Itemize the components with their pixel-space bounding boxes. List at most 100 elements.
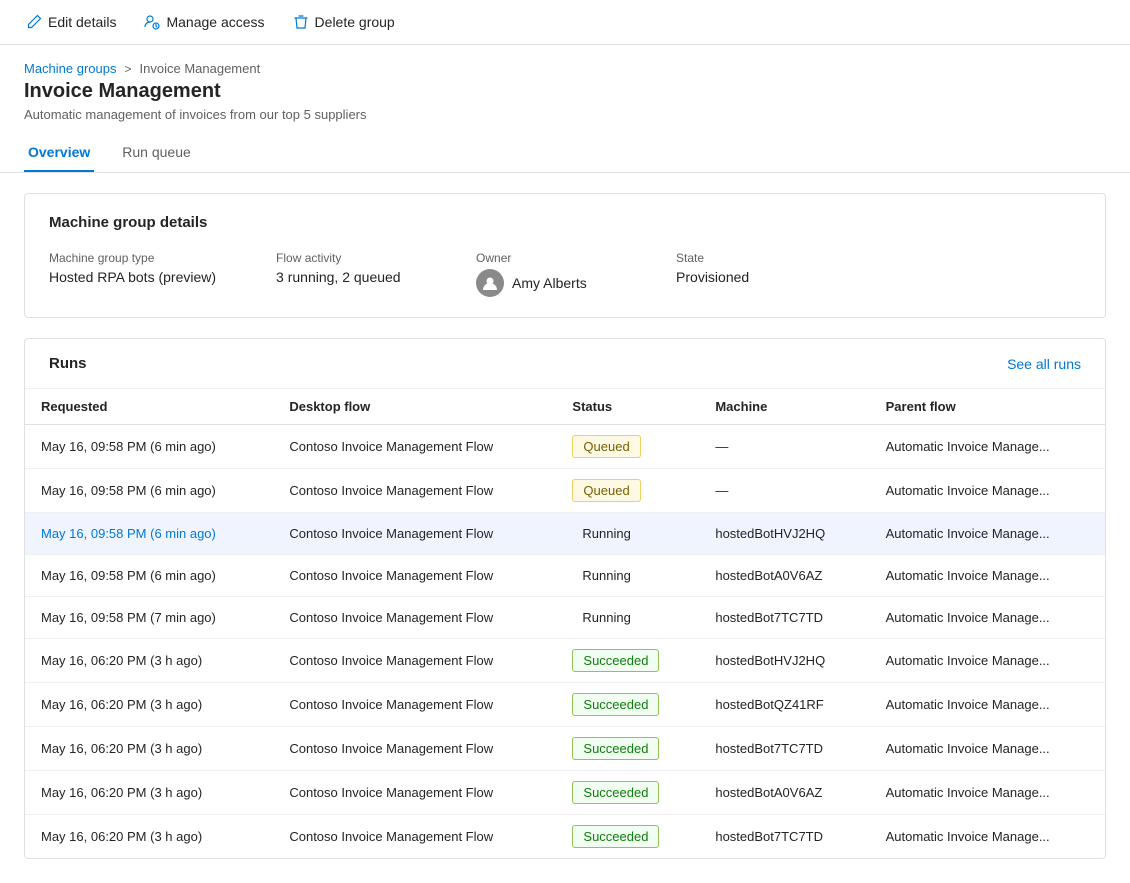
cell-status: Succeeded [556,727,699,771]
table-header-row: Requested Desktop flow Status Machine Pa… [25,389,1105,425]
cell-parent-flow: Automatic Invoice Manage... [870,727,1105,771]
cell-desktop-flow: Contoso Invoice Management Flow [273,469,556,513]
cell-parent-flow: Automatic Invoice Manage... [870,639,1105,683]
cell-machine: — [699,425,869,469]
table-row[interactable]: May 16, 09:58 PM (6 min ago) Contoso Inv… [25,469,1105,513]
content-area: Machine group details Machine group type… [0,193,1130,859]
runs-table-body: May 16, 09:58 PM (6 min ago) Contoso Inv… [25,425,1105,859]
tabs: Overview Run queue [0,134,1130,173]
cell-desktop-flow: Contoso Invoice Management Flow [273,771,556,815]
cell-machine: hostedBotHVJ2HQ [699,513,869,555]
cell-desktop-flow: Contoso Invoice Management Flow [273,513,556,555]
table-row[interactable]: May 16, 09:58 PM (6 min ago) Contoso Inv… [25,555,1105,597]
cell-machine: hostedBot7TC7TD [699,815,869,859]
cell-machine: — [699,469,869,513]
cell-machine: hostedBotA0V6AZ [699,771,869,815]
cell-machine: hostedBotA0V6AZ [699,555,869,597]
status-badge: Succeeded [572,649,659,672]
flow-label: Flow activity [276,251,416,265]
table-row[interactable]: May 16, 09:58 PM (6 min ago) Contoso Inv… [25,513,1105,555]
runs-table: Requested Desktop flow Status Machine Pa… [25,389,1105,858]
type-value: Hosted RPA bots (preview) [49,269,216,285]
status-badge: Running [572,607,640,628]
details-fields: Machine group type Hosted RPA bots (prev… [49,251,1081,297]
tab-run-queue[interactable]: Run queue [118,134,195,172]
edit-icon [26,14,42,30]
col-parent-flow: Parent flow [870,389,1105,425]
breadcrumb: Machine groups > Invoice Management [24,61,1106,76]
cell-requested: May 16, 06:20 PM (3 h ago) [25,815,273,859]
status-badge: Running [572,523,640,544]
runs-title: Runs [49,355,87,372]
owner-field: Owner Amy Alberts [476,251,616,297]
status-badge: Queued [572,479,640,502]
table-row[interactable]: May 16, 06:20 PM (3 h ago) Contoso Invoi… [25,771,1105,815]
cell-desktop-flow: Contoso Invoice Management Flow [273,815,556,859]
table-row[interactable]: May 16, 06:20 PM (3 h ago) Contoso Invoi… [25,727,1105,771]
type-label: Machine group type [49,251,216,265]
col-requested: Requested [25,389,273,425]
table-row[interactable]: May 16, 06:20 PM (3 h ago) Contoso Invoi… [25,815,1105,859]
status-badge: Succeeded [572,737,659,760]
edit-details-button[interactable]: Edit details [16,8,126,36]
cell-desktop-flow: Contoso Invoice Management Flow [273,639,556,683]
state-label: State [676,251,816,265]
cell-desktop-flow: Contoso Invoice Management Flow [273,597,556,639]
delete-group-button[interactable]: Delete group [283,8,405,36]
state-value: Provisioned [676,269,816,285]
state-field: State Provisioned [676,251,816,285]
cell-desktop-flow: Contoso Invoice Management Flow [273,425,556,469]
cell-status: Running [556,597,699,639]
breadcrumb-parent-link[interactable]: Machine groups [24,61,117,76]
cell-machine: hostedBotHVJ2HQ [699,639,869,683]
cell-status: Running [556,513,699,555]
cell-parent-flow: Automatic Invoice Manage... [870,555,1105,597]
cell-requested: May 16, 09:58 PM (6 min ago) [25,555,273,597]
page-title: Invoice Management [24,80,1106,103]
tab-overview[interactable]: Overview [24,134,94,172]
cell-parent-flow: Automatic Invoice Manage... [870,771,1105,815]
cell-machine: hostedBot7TC7TD [699,727,869,771]
cell-requested: May 16, 09:58 PM (6 min ago) [25,513,273,555]
breadcrumb-separator: > [125,62,132,76]
runs-card-header: Runs See all runs [25,339,1105,389]
cell-parent-flow: Automatic Invoice Manage... [870,425,1105,469]
cell-status: Queued [556,425,699,469]
cell-desktop-flow: Contoso Invoice Management Flow [273,683,556,727]
cell-status: Queued [556,469,699,513]
type-field: Machine group type Hosted RPA bots (prev… [49,251,216,285]
toolbar: Edit details Manage access Delete group [0,0,1130,45]
table-row[interactable]: May 16, 06:20 PM (3 h ago) Contoso Invoi… [25,639,1105,683]
status-badge: Succeeded [572,693,659,716]
cell-requested: May 16, 06:20 PM (3 h ago) [25,727,273,771]
cell-requested: May 16, 06:20 PM (3 h ago) [25,771,273,815]
cell-status: Succeeded [556,815,699,859]
status-badge: Succeeded [572,825,659,848]
cell-machine: hostedBot7TC7TD [699,597,869,639]
manage-access-button[interactable]: Manage access [134,8,274,36]
cell-status: Succeeded [556,771,699,815]
delete-icon [293,14,309,30]
cell-desktop-flow: Contoso Invoice Management Flow [273,555,556,597]
cell-status: Succeeded [556,683,699,727]
cell-status: Succeeded [556,639,699,683]
status-badge: Succeeded [572,781,659,804]
cell-machine: hostedBotQZ41RF [699,683,869,727]
cell-parent-flow: Automatic Invoice Manage... [870,469,1105,513]
details-card-title: Machine group details [49,214,1081,231]
owner-value-container: Amy Alberts [476,269,616,297]
table-row[interactable]: May 16, 09:58 PM (6 min ago) Contoso Inv… [25,425,1105,469]
flow-activity-field: Flow activity 3 running, 2 queued [276,251,416,285]
status-badge: Running [572,565,640,586]
cell-parent-flow: Automatic Invoice Manage... [870,683,1105,727]
owner-label: Owner [476,251,616,265]
page-header: Machine groups > Invoice Management Invo… [0,45,1130,122]
table-row[interactable]: May 16, 06:20 PM (3 h ago) Contoso Invoi… [25,683,1105,727]
cell-desktop-flow: Contoso Invoice Management Flow [273,727,556,771]
details-card: Machine group details Machine group type… [24,193,1106,318]
runs-card: Runs See all runs Requested Desktop flow… [24,338,1106,859]
cell-requested: May 16, 09:58 PM (6 min ago) [25,425,273,469]
cell-requested: May 16, 06:20 PM (3 h ago) [25,639,273,683]
see-all-runs-link[interactable]: See all runs [1007,356,1081,372]
table-row[interactable]: May 16, 09:58 PM (7 min ago) Contoso Inv… [25,597,1105,639]
